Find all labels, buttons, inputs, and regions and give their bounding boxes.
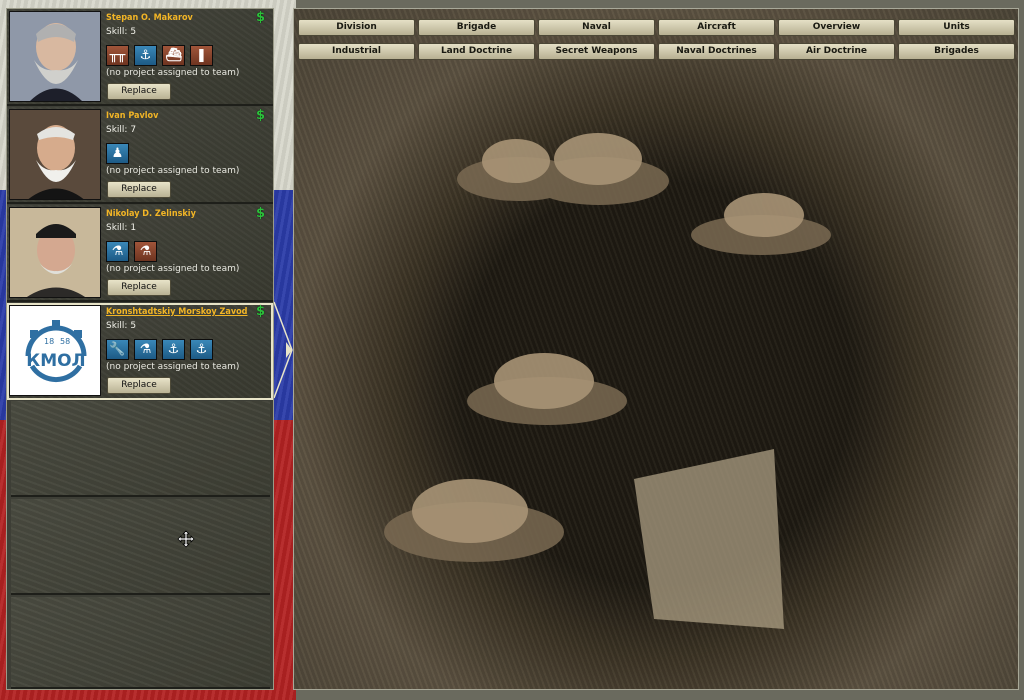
team-skill: Skill: 1 [106, 223, 137, 233]
team-skill: Skill: 5 [106, 27, 137, 37]
team-specialties: 🔧 ⚗ ⚓ ⚓ [106, 339, 213, 360]
tab-naval[interactable]: Naval [538, 19, 655, 36]
tech-view-panel: Division Brigade Naval Aircraft Overview… [293, 8, 1019, 690]
tab-industrial[interactable]: Industrial [298, 43, 415, 60]
replace-button[interactable]: Replace [107, 181, 171, 198]
tab-air-doctrine[interactable]: Air Doctrine [778, 43, 895, 60]
chemistry-flask-icon: ⚗ [134, 241, 157, 262]
anchor-icon: ⚓ [162, 339, 185, 360]
team-status: (no project assigned to team) [106, 166, 240, 176]
team-name: Ivan Pavlov [106, 111, 159, 121]
tab-naval-doctrines[interactable]: Naval Doctrines [658, 43, 775, 60]
funds-icon: $ [256, 206, 266, 221]
team-specialties: ╥╥ ⚓ ⛴ ❚ [106, 45, 213, 66]
tab-brigade[interactable]: Brigade [418, 19, 535, 36]
torpedo-icon: ❚ [190, 45, 213, 66]
replace-button[interactable]: Replace [107, 377, 171, 394]
tab-land-doctrine[interactable]: Land Doctrine [418, 43, 535, 60]
team-name: Nikolay D. Zelinskiy [106, 209, 196, 219]
team-portrait-makarov [9, 11, 101, 102]
tab-aircraft[interactable]: Aircraft [658, 19, 775, 36]
tab-overview[interactable]: Overview [778, 19, 895, 36]
team-skill: Skill: 5 [106, 321, 137, 331]
empty-team-slot[interactable] [11, 499, 270, 595]
tab-brigades[interactable]: Brigades [898, 43, 1015, 60]
team-specialties: ⚗ ⚗ [106, 241, 157, 262]
anchor-wrench-icon: ⚓ [190, 339, 213, 360]
logo-text: КМОЛ [26, 351, 85, 371]
funds-icon: $ [256, 108, 266, 123]
soldiers-photo [294, 9, 1018, 689]
naval-gun-icon: ╥╥ [106, 45, 129, 66]
team-portrait-zelinskiy [9, 207, 101, 298]
team-status: (no project assigned to team) [106, 264, 240, 274]
replace-button[interactable]: Replace [107, 279, 171, 296]
wrench-icon: 🔧 [106, 339, 129, 360]
team-slot-kronshtadt[interactable]: 18 58 КМОЛ Kronshtadtskiy Morskoy Zavod … [7, 303, 273, 400]
team-name: Kronshtadtskiy Morskoy Zavod [106, 307, 248, 317]
team-slot-zelinskiy[interactable]: Nikolay D. Zelinskiy $ Skill: 1 ⚗ ⚗ (no … [7, 205, 273, 302]
flask-icon: ⚗ [134, 339, 157, 360]
team-skill: Skill: 7 [106, 125, 137, 135]
team-logo-kronshtadt: 18 58 КМОЛ [9, 305, 101, 396]
tab-units[interactable]: Units [898, 19, 1015, 36]
move-cursor-icon [177, 530, 195, 548]
logo-year-left: 18 [44, 337, 54, 346]
tab-division[interactable]: Division [298, 19, 415, 36]
replace-button[interactable]: Replace [107, 83, 171, 100]
funds-icon: $ [256, 304, 266, 319]
team-status: (no project assigned to team) [106, 68, 240, 78]
team-slot-pavlov[interactable]: Ivan Pavlov $ Skill: 7 ♟ (no project ass… [7, 107, 273, 204]
funds-icon: $ [256, 10, 266, 25]
selection-connector [274, 301, 293, 399]
research-teams-panel: Stepan O. Makarov $ Skill: 5 ╥╥ ⚓ ⛴ ❚ (n… [6, 8, 274, 690]
team-status: (no project assigned to team) [106, 362, 240, 372]
category-tabs: Division Brigade Naval Aircraft Overview… [298, 19, 1016, 60]
empty-team-slot[interactable] [11, 401, 270, 497]
team-portrait-pavlov [9, 109, 101, 200]
infantry-icon: ♟ [106, 143, 129, 164]
team-slot-makarov[interactable]: Stepan O. Makarov $ Skill: 5 ╥╥ ⚓ ⛴ ❚ (n… [7, 9, 273, 106]
ship-hull-icon: ⛴ [162, 45, 185, 66]
flask-icon: ⚗ [106, 241, 129, 262]
empty-team-slot[interactable] [11, 597, 270, 689]
team-name: Stepan O. Makarov [106, 13, 193, 23]
tab-secret-weapons[interactable]: Secret Weapons [538, 43, 655, 60]
logo-year-right: 58 [60, 337, 70, 346]
anchor-wrench-icon: ⚓ [134, 45, 157, 66]
team-specialties: ♟ [106, 143, 129, 164]
